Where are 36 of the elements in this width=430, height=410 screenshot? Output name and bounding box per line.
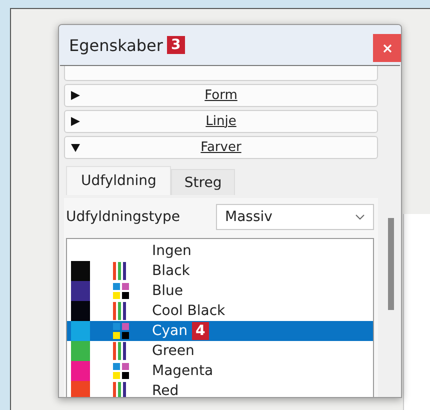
color-list-item[interactable]: Blue xyxy=(67,281,373,301)
color-list-item[interactable]: Black xyxy=(67,261,373,281)
color-list-item[interactable]: Ingen xyxy=(67,241,373,261)
color-name: Ingen xyxy=(152,243,192,259)
field-label: Udfyldningstype xyxy=(66,209,181,225)
collapsed-triangle-icon xyxy=(71,91,80,100)
color-model-icon xyxy=(112,282,130,300)
collapsed-triangle-icon xyxy=(71,117,80,126)
tab[interactable]: Udfyldning xyxy=(66,166,172,195)
chevron-icon xyxy=(355,214,365,220)
color-list-item[interactable]: Magenta xyxy=(67,361,373,381)
color-name: Cyan xyxy=(152,323,188,339)
section-header[interactable]: Farver xyxy=(64,136,378,159)
color-model-icon xyxy=(112,322,130,340)
color-name: Magenta xyxy=(152,363,214,379)
color-name: Green xyxy=(152,343,194,359)
section-header[interactable]: Linje xyxy=(64,110,378,133)
color-name: Red xyxy=(152,383,179,397)
color-model-icon xyxy=(112,362,130,380)
callout-badge: 4 xyxy=(192,322,210,340)
fill-type-dropdown[interactable]: Massiv xyxy=(216,204,374,230)
expanded-triangle-icon xyxy=(71,143,80,152)
close-icon xyxy=(382,44,392,52)
color-list-item[interactable]: Red xyxy=(67,381,373,397)
color-list-item[interactable]: Cool Black xyxy=(67,301,373,321)
callout-badge: 3 xyxy=(166,36,185,54)
scrollbar-thumb[interactable] xyxy=(388,218,394,310)
color-name: Cool Black xyxy=(152,303,226,319)
color-list-item[interactable]: Green xyxy=(67,341,373,361)
dialog-title: Egenskaber xyxy=(69,36,163,54)
color-name: Blue xyxy=(152,283,183,299)
tab[interactable]: Streg xyxy=(171,169,235,195)
close-button[interactable] xyxy=(373,34,401,62)
section-header[interactable]: Form xyxy=(64,84,378,107)
color-list-item[interactable]: Cyan 4 xyxy=(67,321,373,341)
color-name: Black xyxy=(152,263,190,279)
